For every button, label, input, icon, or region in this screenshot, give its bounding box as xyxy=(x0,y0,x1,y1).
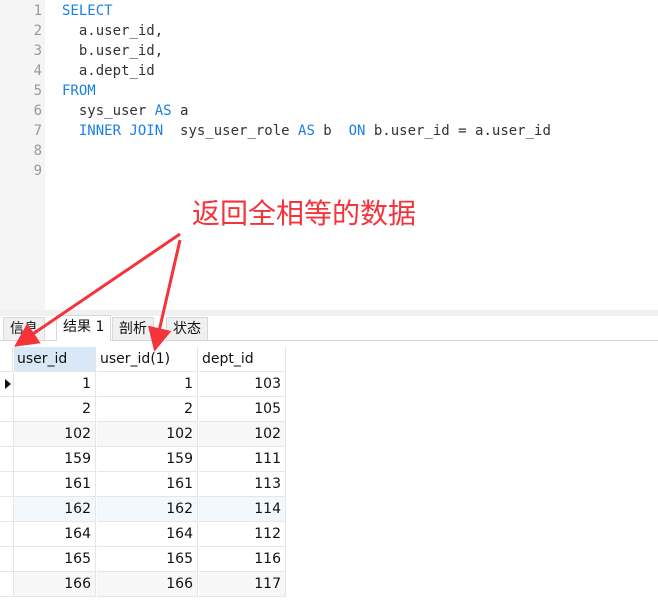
arrow-icon xyxy=(14,232,181,347)
arrow-icon xyxy=(147,239,182,352)
annotation-arrows xyxy=(14,232,182,352)
